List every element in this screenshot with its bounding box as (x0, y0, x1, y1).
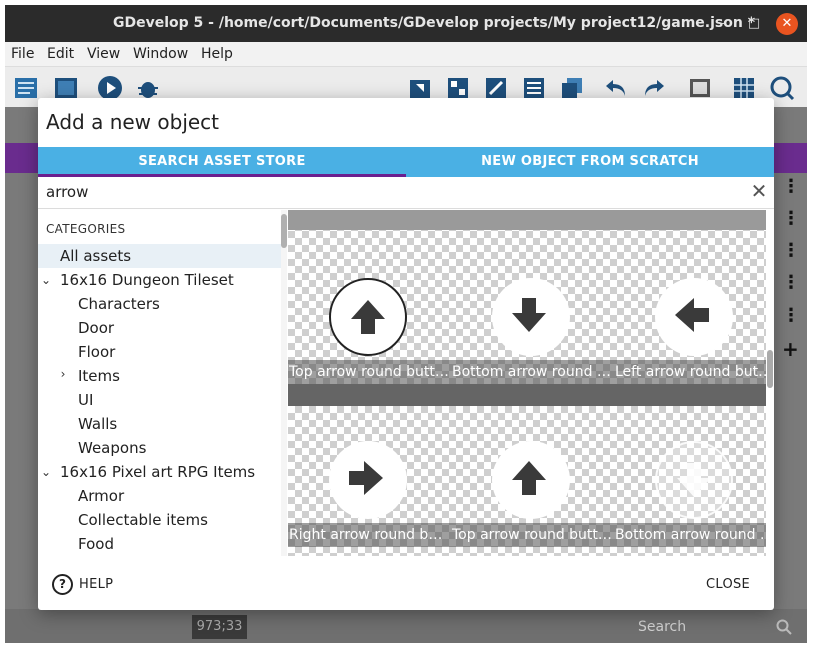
more-options-icon[interactable]: ⋮ (782, 178, 800, 196)
chevron-down-icon[interactable]: ⌄ (40, 273, 52, 287)
asset-label: Left arrow round button (614, 360, 766, 384)
minimize-button[interactable]: – (711, 13, 733, 35)
asset-label: Top arrow round button (451, 523, 614, 547)
menu-window[interactable]: Window (133, 46, 188, 62)
categories-scrollbar[interactable] (281, 210, 287, 556)
asset-card[interactable]: Left arrow round button (614, 272, 766, 384)
maximize-button[interactable]: □ (743, 13, 765, 35)
assets-grid: Top arrow round button Bottom arrow roun… (288, 210, 766, 556)
window-close-button[interactable]: ✕ (776, 13, 798, 35)
arrow-up-icon (351, 300, 385, 334)
close-button[interactable]: CLOSE (706, 577, 750, 592)
asset-card[interactable]: Bottom arrow round button (614, 435, 766, 547)
row-strip (288, 384, 766, 406)
asset-card[interactable]: Top arrow round button (451, 435, 614, 547)
asset-thumbnail (655, 278, 733, 356)
more-options-icon[interactable]: ⋮ (782, 210, 800, 228)
help-label: HELP (79, 577, 114, 592)
arrow-down-icon (677, 463, 711, 497)
category-walls[interactable]: Walls (78, 412, 117, 436)
category-food[interactable]: Food (78, 532, 114, 556)
dialog-title: Add a new object (46, 110, 220, 134)
category-weapons[interactable]: Weapons (78, 436, 146, 460)
asset-label: Right arrow round button (288, 523, 451, 547)
scrollbar-thumb[interactable] (767, 350, 773, 388)
asset-thumbnail (329, 441, 407, 519)
help-circle-icon: ? (52, 574, 73, 595)
clear-search-icon[interactable]: ✕ (748, 180, 770, 202)
tab-new-object-from-scratch[interactable]: NEW OBJECT FROM SCRATCH (406, 147, 774, 177)
asset-thumbnail (655, 441, 733, 519)
category-ui[interactable]: UI (78, 388, 93, 412)
category-rpg-items[interactable]: 16x16 Pixel art RPG Items (60, 460, 255, 484)
category-characters[interactable]: Characters (78, 292, 160, 316)
tab-search-asset-store[interactable]: SEARCH ASSET STORE (38, 147, 406, 177)
window-title: GDevelop 5 - /home/cort/Documents/GDevel… (113, 15, 756, 31)
add-object-dialog: Add a new object SEARCH ASSET STORE NEW … (38, 98, 774, 610)
menu-bar: File Edit View Window Help (5, 42, 807, 67)
menu-view[interactable]: View (87, 46, 120, 62)
asset-thumbnail (492, 278, 570, 356)
categories-header: CATEGORIES (46, 222, 126, 236)
title-bar: GDevelop 5 - /home/cort/Documents/GDevel… (5, 5, 807, 42)
zoom-reset-icon[interactable] (769, 75, 795, 101)
objects-search-input[interactable]: Search (628, 615, 798, 639)
arrow-right-icon (349, 461, 383, 495)
menu-help[interactable]: Help (201, 46, 233, 62)
asset-label: Bottom arrow round button (614, 523, 766, 547)
category-door[interactable]: Door (78, 316, 114, 340)
asset-card[interactable]: Bottom arrow round button (451, 272, 614, 384)
more-options-icon[interactable]: ⋮ (782, 307, 800, 325)
category-armor[interactable]: Armor (78, 484, 124, 508)
scrollbar-thumb[interactable] (281, 214, 287, 248)
asset-thumbnail (329, 278, 407, 356)
assets-scrollbar[interactable] (766, 210, 774, 556)
menu-file[interactable]: File (11, 46, 34, 62)
project-manager-icon[interactable] (13, 75, 39, 101)
add-object-plus-icon[interactable]: + (782, 339, 799, 359)
asset-search-input[interactable]: arrow (46, 183, 88, 201)
category-collectable-items[interactable]: Collectable items (78, 508, 208, 532)
asset-thumbnail (492, 441, 570, 519)
category-all-assets[interactable]: All assets (38, 244, 281, 268)
arrow-up-icon (512, 461, 546, 495)
chevron-down-icon[interactable]: ⌄ (40, 465, 52, 479)
asset-search-field[interactable]: arrow ✕ (38, 177, 774, 209)
more-options-icon[interactable]: ⋮ (782, 242, 800, 260)
arrow-down-icon (512, 298, 546, 332)
asset-card[interactable]: Top arrow round button (288, 272, 451, 384)
chevron-right-icon[interactable]: › (57, 367, 69, 381)
search-icon (776, 619, 792, 635)
category-dungeon-tileset[interactable]: 16x16 Dungeon Tileset (60, 268, 234, 292)
asset-label: Bottom arrow round button (451, 360, 614, 384)
category-items[interactable]: Items (78, 364, 120, 388)
cursor-coordinates: 973;33 (192, 615, 247, 639)
dialog-footer: ? HELP CLOSE (38, 558, 774, 610)
asset-label: Top arrow round button (288, 360, 451, 384)
objects-search-placeholder: Search (638, 619, 687, 635)
arrow-left-icon (675, 298, 709, 332)
asset-card[interactable]: Right arrow round button (288, 435, 451, 547)
row-strip (288, 210, 766, 230)
category-floor[interactable]: Floor (78, 340, 115, 364)
dialog-tabs: SEARCH ASSET STORE NEW OBJECT FROM SCRAT… (38, 147, 774, 177)
more-options-icon[interactable]: ⋮ (782, 274, 800, 292)
categories-sidebar: CATEGORIES All assets ⌄ 16x16 Dungeon Ti… (38, 210, 288, 556)
menu-edit[interactable]: Edit (47, 46, 74, 62)
